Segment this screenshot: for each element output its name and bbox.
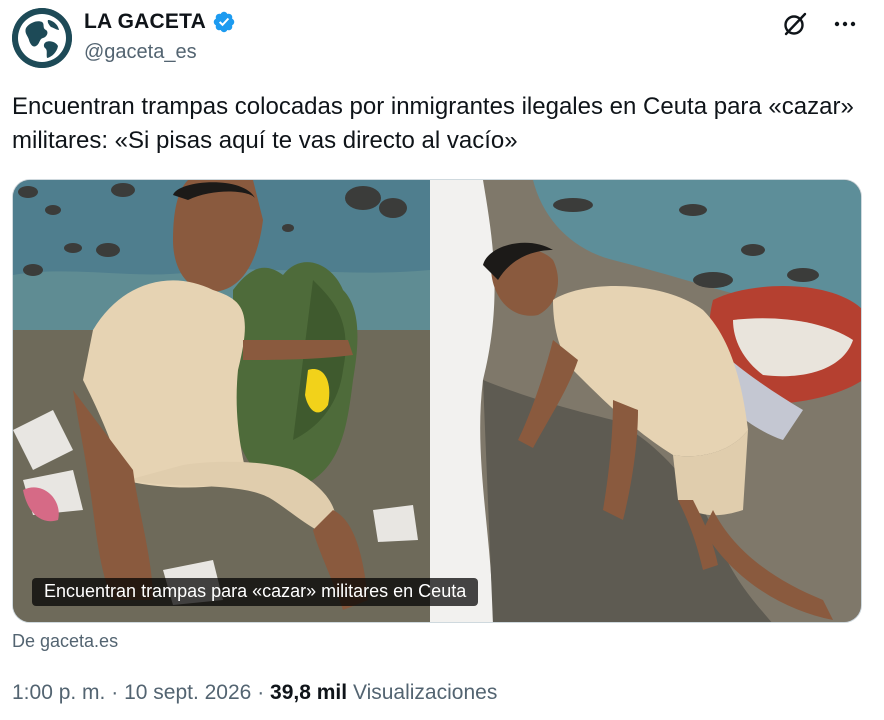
more-icon[interactable]: [830, 9, 860, 39]
tweet-text: Encuentran trampas colocadas por inmigra…: [12, 93, 854, 154]
author-display-name[interactable]: LA GACETA: [84, 10, 206, 34]
tweet-date[interactable]: 10 sept. 2026: [124, 681, 251, 704]
tweet-time[interactable]: 1:00 p. m.: [12, 681, 105, 704]
globe-icon: [12, 8, 72, 68]
grok-icon[interactable]: [780, 9, 810, 39]
video-caption: Encuentran trampas para «cazar» militare…: [32, 578, 479, 606]
meta-separator: ·: [111, 681, 119, 704]
source-link[interactable]: De gaceta.es: [12, 631, 118, 652]
author-handle[interactable]: @gaceta_es: [84, 41, 197, 64]
verified-badge-icon: [212, 10, 236, 34]
views-label[interactable]: Visualizaciones: [353, 681, 497, 704]
meta-separator: ·: [257, 681, 265, 704]
tweet-meta: 1:00 p. m. · 10 sept. 2026 · 39,8 mil Vi…: [12, 681, 497, 705]
avatar[interactable]: [12, 8, 72, 68]
video-player[interactable]: Encuentran trampas para «cazar» militare…: [12, 179, 862, 623]
video-thumbnail: [13, 180, 861, 622]
views-count[interactable]: 39,8 mil: [270, 681, 347, 704]
